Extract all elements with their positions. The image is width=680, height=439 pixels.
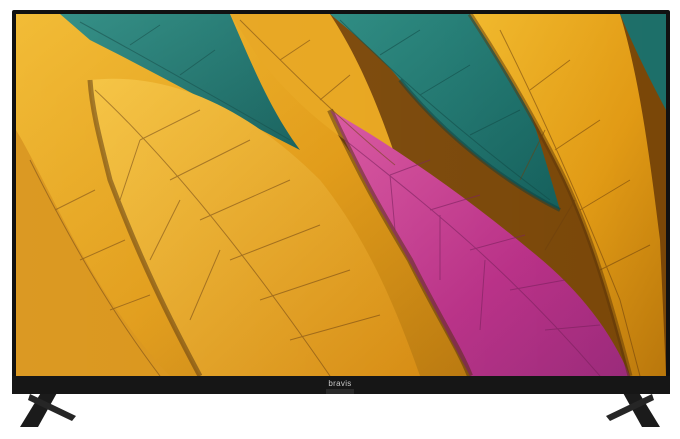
stand: [20, 391, 660, 427]
television: bravis: [0, 0, 680, 439]
ir-sensor: [326, 389, 354, 394]
tv-illustration: [12, 10, 670, 427]
screen: [16, 14, 666, 376]
brand-logo: bravis: [328, 379, 352, 388]
